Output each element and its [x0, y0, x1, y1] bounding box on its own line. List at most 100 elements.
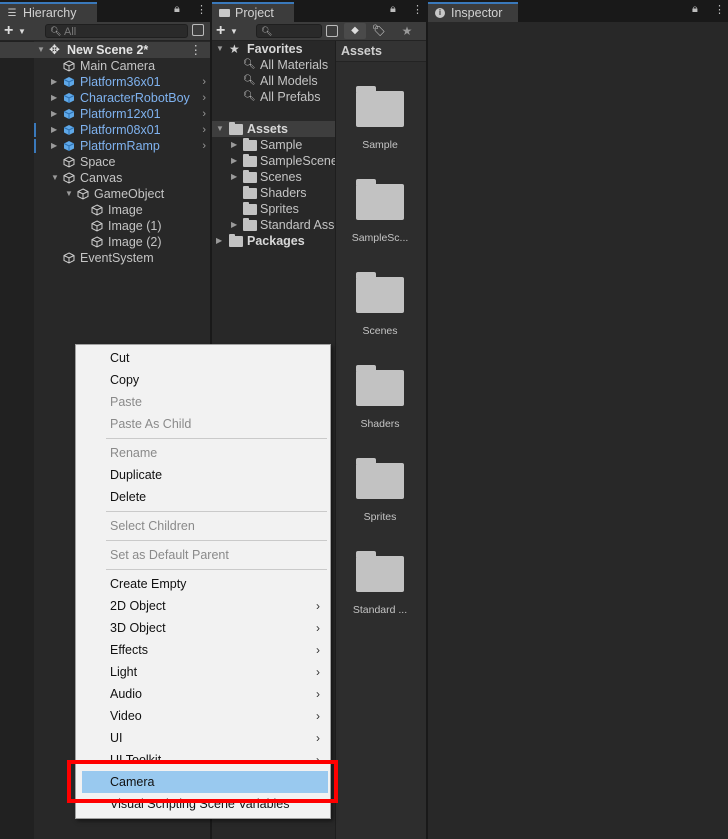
asset-folder[interactable]: Sprites	[212, 201, 335, 217]
favorite-item[interactable]: 🔍︎ All Materials	[212, 57, 335, 73]
add-icon[interactable]: +	[216, 22, 225, 40]
grid-item[interactable]: SampleSc...	[336, 178, 424, 248]
more-menu-icon[interactable]: ⋮	[412, 3, 423, 16]
chevron-right-icon[interactable]: ›	[202, 90, 206, 106]
packages-header[interactable]: ▶ Packages	[212, 233, 335, 249]
asset-folder[interactable]: ▶ SampleScene	[212, 153, 338, 169]
filter-by-type-icon[interactable]: ◆	[344, 23, 366, 39]
hierarchy-search-input[interactable]: 🔍︎ All	[45, 24, 188, 38]
expand-arrow-icon[interactable]: ▶	[51, 106, 57, 122]
tab-project[interactable]: Project	[212, 2, 294, 22]
menu-item-label: Delete	[110, 490, 147, 504]
menu-item-ui[interactable]: UI ›	[76, 727, 330, 749]
menu-item-video[interactable]: Video ›	[76, 705, 330, 727]
asset-folder[interactable]: ▶ Standard Assets	[212, 217, 351, 233]
tree-item-image-2[interactable]: Image (2)	[0, 234, 210, 250]
tree-item-main-camera[interactable]: Main Camera	[0, 58, 210, 74]
tree-item-image-1[interactable]: Image (1)	[0, 218, 210, 234]
tree-item-gameobject[interactable]: ▼ GameObject	[0, 186, 210, 202]
asset-folder[interactable]: Shaders	[212, 185, 335, 201]
menu-item-paste[interactable]: Paste	[76, 391, 330, 413]
collapse-arrow-icon[interactable]: ▼	[51, 170, 59, 186]
inspector-panel: i Inspector 🔒︎ ⋮	[428, 0, 728, 839]
dropdown-arrow-icon[interactable]: ▼	[18, 27, 26, 36]
favorite-item[interactable]: 🔍︎ All Models	[212, 73, 335, 89]
add-icon[interactable]: +	[4, 22, 13, 40]
folder-icon	[243, 170, 257, 183]
expand-arrow-icon[interactable]: ▶	[231, 217, 237, 233]
chevron-right-icon[interactable]: ›	[202, 138, 206, 154]
lock-icon[interactable]: 🔒︎	[174, 3, 180, 16]
chevron-right-icon[interactable]: ›	[202, 74, 206, 90]
collapse-arrow-icon[interactable]: ▼	[216, 41, 224, 57]
tab-inspector[interactable]: i Inspector	[428, 2, 518, 22]
search-options-icon[interactable]	[192, 24, 204, 36]
favorite-item[interactable]: 🔍︎ All Prefabs	[212, 89, 335, 105]
menu-item-duplicate[interactable]: Duplicate	[76, 464, 330, 486]
expand-arrow-icon[interactable]: ▶	[231, 137, 237, 153]
search-options-icon[interactable]	[326, 25, 338, 37]
menu-item-3d-object[interactable]: 3D Object ›	[76, 617, 330, 639]
collapse-arrow-icon[interactable]: ▼	[65, 186, 73, 202]
favorite-star-icon[interactable]: ★	[398, 23, 416, 39]
tree-item-platform36x01[interactable]: ▶ Platform36x01 ›	[0, 74, 210, 90]
tree-item-platform08x01[interactable]: ▶ Platform08x01 ›	[0, 122, 210, 138]
asset-folder[interactable]: ▶ Scenes	[212, 169, 335, 185]
menu-item-effects[interactable]: Effects ›	[76, 639, 330, 661]
grid-item[interactable]: Sample	[336, 85, 424, 155]
grid-item[interactable]: Sprites	[336, 457, 424, 527]
assets-header[interactable]: ▼ Assets	[212, 121, 335, 137]
menu-item-set-default-parent[interactable]: Set as Default Parent	[76, 544, 330, 566]
expand-arrow-icon[interactable]: ▶	[51, 90, 57, 106]
expand-arrow-icon[interactable]: ▶	[51, 122, 57, 138]
tree-item-image[interactable]: Image	[0, 202, 210, 218]
prefab-icon	[63, 141, 75, 151]
asset-folder[interactable]: ▶ Sample	[212, 137, 335, 153]
scene-menu-icon[interactable]: ⋮	[190, 42, 203, 58]
dropdown-arrow-icon[interactable]: ▼	[230, 27, 238, 36]
tree-item-space[interactable]: Space	[0, 154, 210, 170]
chevron-right-icon[interactable]: ›	[202, 122, 206, 138]
menu-item-copy[interactable]: Copy	[76, 369, 330, 391]
assets-label: Assets	[247, 122, 288, 136]
menu-item-create-empty[interactable]: Create Empty	[76, 573, 330, 595]
expand-arrow-icon[interactable]: ▶	[231, 153, 237, 169]
search-icon: 🔍︎	[261, 26, 273, 36]
collapse-arrow-icon[interactable]: ▼	[216, 121, 224, 137]
grid-item[interactable]: Scenes	[336, 271, 424, 341]
scene-header[interactable]: ▼ ✥ New Scene 2* ⋮	[0, 42, 210, 58]
menu-item-paste-as-child[interactable]: Paste As Child	[76, 413, 330, 435]
menu-item-label: Duplicate	[110, 468, 163, 482]
expand-arrow-icon[interactable]: ▶	[51, 74, 57, 90]
tree-item-eventsystem[interactable]: EventSystem	[0, 250, 210, 266]
tree-item-characterrobotboy[interactable]: ▶ CharacterRobotBoy ›	[0, 90, 210, 106]
expand-arrow-icon[interactable]: ▼	[37, 42, 45, 58]
menu-item-rename[interactable]: Rename	[76, 442, 330, 464]
project-search-input[interactable]: 🔍︎	[256, 24, 322, 38]
lock-icon[interactable]: 🔒︎	[692, 3, 698, 16]
more-menu-icon[interactable]: ⋮	[196, 3, 207, 16]
filter-by-label-icon[interactable]: 🏷︎	[370, 23, 388, 39]
folder-icon	[243, 154, 257, 167]
menu-item-delete[interactable]: Delete	[76, 486, 330, 508]
tree-item-canvas[interactable]: ▼ Canvas	[0, 170, 210, 186]
menu-item-audio[interactable]: Audio ›	[76, 683, 330, 705]
expand-arrow-icon[interactable]: ▶	[231, 169, 237, 185]
chevron-right-icon[interactable]: ›	[202, 106, 206, 122]
menu-item-cut[interactable]: Cut	[76, 347, 330, 369]
grid-item[interactable]: Standard ...	[336, 550, 424, 620]
menu-item-label: Rename	[110, 446, 158, 460]
favorites-header[interactable]: ▼ ★ Favorites	[212, 41, 335, 57]
expand-arrow-icon[interactable]: ▶	[216, 233, 222, 249]
expand-arrow-icon[interactable]: ▶	[51, 138, 57, 154]
lock-icon[interactable]: 🔒︎	[390, 3, 396, 16]
tab-hierarchy[interactable]: ☰ Hierarchy	[0, 2, 97, 22]
tree-item-platformramp[interactable]: ▶ PlatformRamp ›	[0, 138, 210, 154]
menu-item-2d-object[interactable]: 2D Object ›	[76, 595, 330, 617]
more-menu-icon[interactable]: ⋮	[714, 3, 725, 16]
menu-item-label: 3D Object	[110, 621, 166, 635]
menu-item-select-children[interactable]: Select Children	[76, 515, 330, 537]
tree-item-platform12x01[interactable]: ▶ Platform12x01 ›	[0, 106, 210, 122]
menu-item-light[interactable]: Light ›	[76, 661, 330, 683]
grid-item[interactable]: Shaders	[336, 364, 424, 434]
